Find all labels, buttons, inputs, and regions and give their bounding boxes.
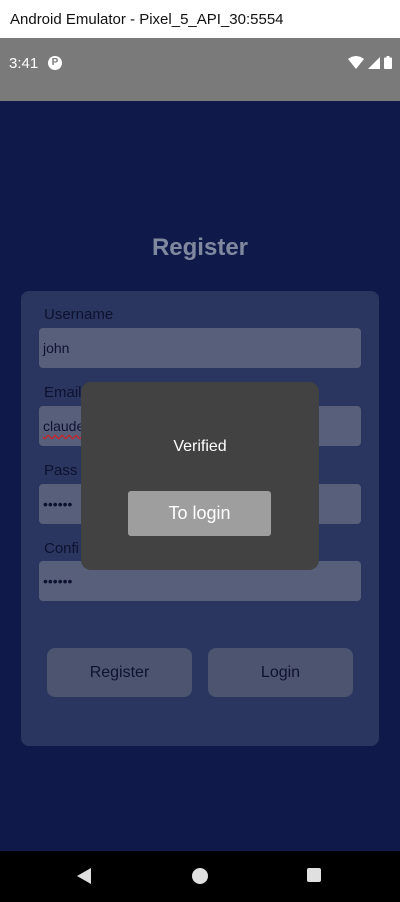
status-bar: 3:41 P: [0, 38, 400, 101]
home-icon[interactable]: [192, 868, 208, 884]
status-icons: [348, 56, 392, 69]
battery-icon: [384, 56, 392, 69]
to-login-button[interactable]: To login: [128, 491, 271, 536]
window-title-bar: Android Emulator - Pixel_5_API_30:5554: [0, 0, 400, 38]
window-title: Android Emulator - Pixel_5_API_30:5554: [10, 10, 284, 28]
wifi-icon: [348, 56, 364, 69]
username-field[interactable]: john: [39, 328, 361, 368]
register-button[interactable]: Register: [47, 648, 192, 697]
status-time: 3:41: [9, 55, 39, 72]
password-value: ••••••: [43, 496, 73, 512]
username-label: Username: [44, 306, 114, 323]
verified-dialog: Verified To login: [81, 382, 319, 570]
login-button[interactable]: Login: [208, 648, 353, 697]
dialog-message: Verified: [173, 438, 227, 455]
parking-app-icon: P: [48, 56, 62, 70]
signal-icon: [368, 56, 380, 69]
confirm-password-value: ••••••: [43, 573, 73, 589]
password-label: Pass: [44, 462, 78, 479]
username-value: john: [43, 340, 70, 356]
recents-icon[interactable]: [307, 868, 321, 882]
email-value: claude: [43, 418, 85, 434]
confirm-password-label: Confi: [44, 540, 80, 557]
navigation-bar: [0, 851, 400, 902]
page-title: Register: [151, 234, 249, 261]
back-icon[interactable]: [77, 868, 91, 884]
email-label: Email: [44, 384, 82, 401]
